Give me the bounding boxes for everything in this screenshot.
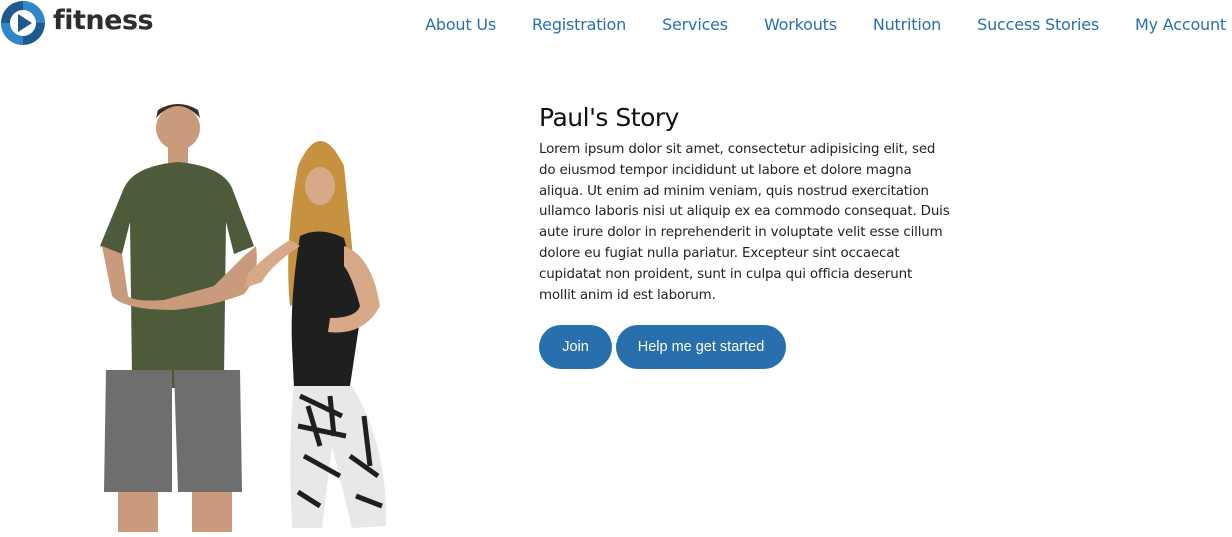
nav-workouts[interactable]: Workouts (764, 15, 837, 34)
nav-success-stories[interactable]: Success Stories (977, 15, 1099, 34)
nav-registration[interactable]: Registration (532, 15, 626, 34)
main-nav: About Us Registration Services Workouts … (425, 15, 1226, 34)
join-button[interactable]: Join (539, 325, 612, 369)
site-header: fitness About Us Registration Services W… (0, 0, 1232, 52)
hero-photo (100, 104, 387, 532)
woman-figure (244, 141, 387, 528)
story-actions: Join Help me get started (539, 325, 786, 369)
nav-nutrition[interactable]: Nutrition (873, 15, 941, 34)
nav-my-account[interactable]: My Account (1135, 15, 1226, 34)
brand-name: fitness (53, 4, 154, 36)
story-body: Lorem ipsum dolor sit amet, consectetur … (539, 142, 950, 303)
story-title: Paul's Story (539, 103, 679, 132)
story-section: Paul's Story Lorem ipsum dolor sit amet,… (539, 102, 959, 306)
nav-services[interactable]: Services (662, 15, 728, 34)
brand-logo[interactable]: fitness (0, 0, 154, 46)
man-figure (100, 104, 257, 532)
get-started-button[interactable]: Help me get started (616, 325, 786, 369)
play-circle-logo-icon (1, 1, 45, 45)
nav-about-us[interactable]: About Us (425, 15, 496, 34)
